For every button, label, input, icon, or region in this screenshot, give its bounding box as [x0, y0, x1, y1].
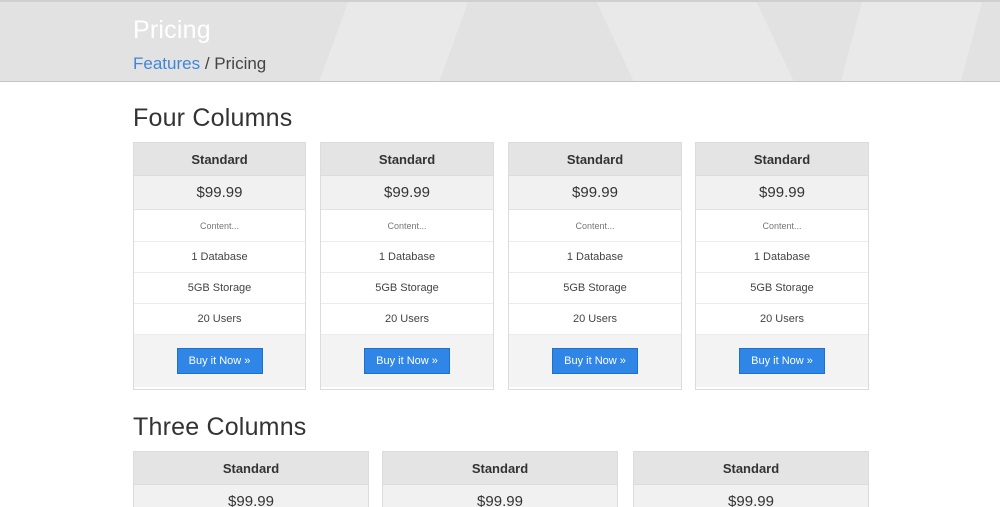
plan-price: $99.99: [134, 485, 368, 507]
header-pattern: [592, 2, 808, 81]
plan-feature: Content...: [134, 210, 305, 242]
pricing-card: Standard $99.99 Content... 1 Database 5G…: [695, 142, 869, 390]
plan-feature: 20 Users: [134, 304, 305, 335]
plan-feature: 1 Database: [509, 242, 681, 273]
buy-now-button[interactable]: Buy it Now »: [739, 348, 825, 374]
breadcrumb-separator: /: [204, 54, 210, 73]
plan-feature: 5GB Storage: [696, 273, 868, 304]
plan-footer: Buy it Now »: [321, 335, 493, 387]
plan-feature: 1 Database: [696, 242, 868, 273]
plan-feature: 1 Database: [134, 242, 305, 273]
plan-price: $99.99: [509, 176, 681, 210]
page-header: Pricing Features / Pricing: [0, 2, 1000, 82]
page-title: Pricing: [133, 16, 211, 44]
buy-now-button[interactable]: Buy it Now »: [552, 348, 638, 374]
plan-name: Standard: [509, 143, 681, 176]
pricing-card: Standard $99.99: [633, 451, 869, 507]
plan-feature: 5GB Storage: [509, 273, 681, 304]
buy-now-button[interactable]: Buy it Now »: [364, 348, 450, 374]
plan-price: $99.99: [134, 176, 305, 210]
plan-footer: Buy it Now »: [696, 335, 868, 387]
plan-name: Standard: [134, 452, 368, 485]
plan-feature: 5GB Storage: [321, 273, 493, 304]
breadcrumb-current: Pricing: [214, 54, 267, 73]
plan-feature: 1 Database: [321, 242, 493, 273]
header-pattern: [829, 2, 991, 81]
plan-price: $99.99: [634, 485, 868, 507]
plan-feature: Content...: [321, 210, 493, 242]
plan-price: $99.99: [383, 485, 617, 507]
plan-feature: 20 Users: [509, 304, 681, 335]
pricing-card: Standard $99.99 Content... 1 Database 5G…: [320, 142, 494, 390]
section-title-three-columns: Three Columns: [133, 413, 307, 441]
buy-now-button[interactable]: Buy it Now »: [176, 348, 263, 374]
plan-name: Standard: [383, 452, 617, 485]
pricing-card: Standard $99.99 Content... 1 Database 5G…: [508, 142, 682, 390]
plan-footer: Buy it Now »: [134, 335, 305, 387]
plan-feature: Content...: [509, 210, 681, 242]
header-pattern: [304, 2, 476, 81]
plan-name: Standard: [696, 143, 868, 176]
plan-price: $99.99: [696, 176, 868, 210]
plan-price: $99.99: [321, 176, 493, 210]
plan-feature: 20 Users: [321, 304, 493, 335]
plan-feature: 20 Users: [696, 304, 868, 335]
pricing-card: Standard $99.99: [382, 451, 618, 507]
plan-footer: Buy it Now »: [509, 335, 681, 387]
pricing-card: Standard $99.99: [133, 451, 369, 507]
pricing-card: Standard $99.99 Content... 1 Database 5G…: [133, 142, 306, 390]
section-title-four-columns: Four Columns: [133, 104, 293, 132]
plan-feature: 5GB Storage: [134, 273, 305, 304]
plan-name: Standard: [634, 452, 868, 485]
plan-name: Standard: [321, 143, 493, 176]
breadcrumb: Features / Pricing: [133, 54, 266, 74]
plan-feature: Content...: [696, 210, 868, 242]
plan-name: Standard: [134, 143, 305, 176]
breadcrumb-link-features[interactable]: Features: [133, 54, 200, 73]
